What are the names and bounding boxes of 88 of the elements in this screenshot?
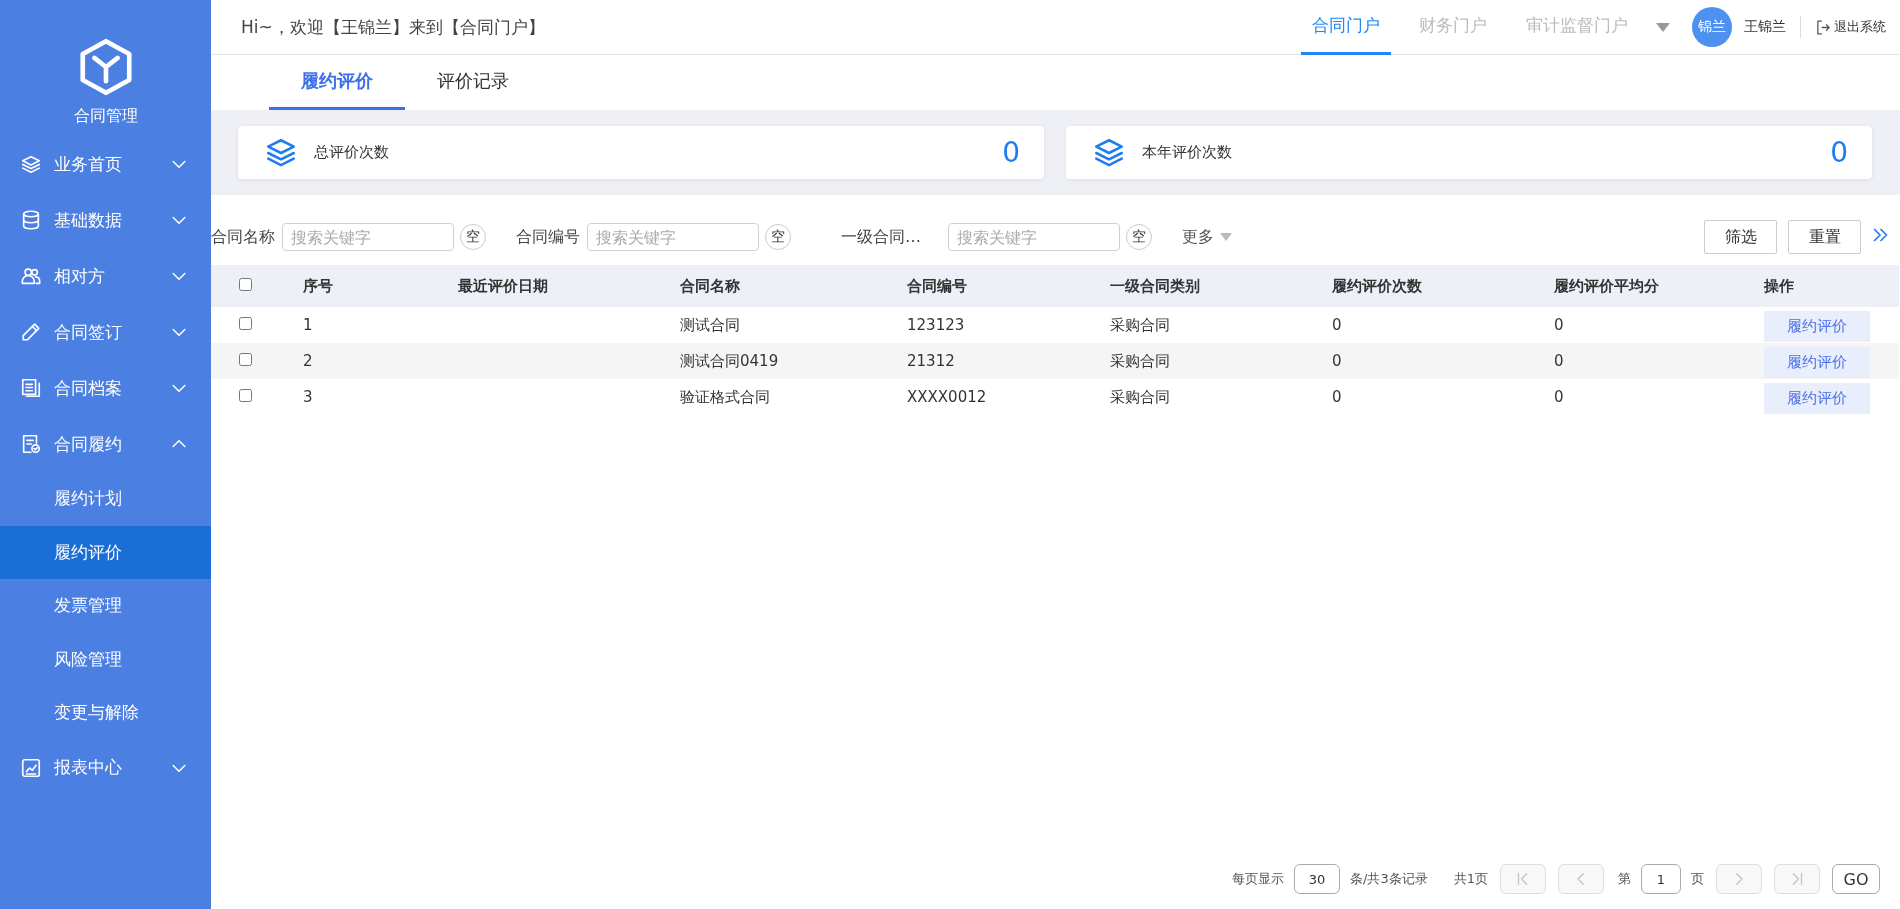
layers-icon <box>20 153 42 175</box>
chart-icon <box>20 756 42 779</box>
total-records-text: 条/共3条记录 <box>1350 870 1428 888</box>
sidebar-menu-item[interactable]: 合同履约 <box>0 416 211 472</box>
more-filters-toggle[interactable]: 更多 <box>1182 226 1232 248</box>
filter-button[interactable]: 重置 <box>1788 220 1861 254</box>
portal-tab[interactable]: 财务门户 <box>1408 0 1498 55</box>
sidebar-submenu-item[interactable]: 履约计划 <box>0 472 211 526</box>
sidebar-submenu-item[interactable]: 发票管理 <box>0 579 211 633</box>
table-cell: 测试合同0419 <box>680 351 779 370</box>
clear-button[interactable]: 空 <box>1126 224 1152 250</box>
sidebar-menu-item[interactable]: 合同档案 <box>0 360 211 416</box>
table-cell: 采购合同 <box>1110 387 1170 406</box>
sidebar-menu-item[interactable]: 报表中心 <box>0 739 211 796</box>
table-cell: 2 <box>303 352 313 370</box>
portal-tab[interactable]: 审计监督门户 <box>1515 0 1639 55</box>
evaluate-button[interactable]: 履约评价 <box>1764 346 1870 378</box>
table-cell: 1 <box>303 316 313 334</box>
clear-button[interactable]: 空 <box>765 224 791 250</box>
table-cell: 3 <box>303 388 313 406</box>
clear-button[interactable]: 空 <box>460 224 486 250</box>
document-stack-icon <box>20 377 42 399</box>
stat-label: 总评价次数 <box>314 143 390 162</box>
logout-icon <box>1815 18 1832 36</box>
people-icon <box>20 265 42 287</box>
table-cell: 0 <box>1332 316 1342 334</box>
page-number-field[interactable]: 1 <box>1641 864 1681 894</box>
column-header: 履约评价次数 <box>1332 276 1422 295</box>
page-suffix: 页 <box>1691 870 1704 888</box>
table-cell: 采购合同 <box>1110 351 1170 370</box>
table-cell: 0 <box>1554 352 1564 370</box>
table-cell: 0 <box>1554 316 1564 334</box>
select-all-checkbox[interactable] <box>239 278 252 291</box>
stat-value: 0 <box>1830 136 1848 169</box>
evaluate-button[interactable]: 履约评价 <box>1764 310 1870 342</box>
page-prefix: 第 <box>1618 870 1631 888</box>
table-cell: 0 <box>1332 388 1342 406</box>
column-header: 一级合同类别 <box>1110 276 1200 295</box>
filter-label: 合同编号 <box>516 226 580 248</box>
search-field[interactable]: 搜索关键字 <box>948 223 1120 251</box>
database-icon <box>20 209 42 231</box>
sidebar-menu-item[interactable]: 合同签订 <box>0 304 211 360</box>
sidebar-submenu-item[interactable]: 变更与解除 <box>0 686 211 740</box>
filter-label: 合同名称 <box>211 226 275 248</box>
welcome-text: Hi~，欢迎【王锦兰】来到【合同门户】 <box>241 15 546 39</box>
table-cell: XXXX0012 <box>907 388 987 406</box>
logout-link[interactable]: 退出系统 <box>1815 18 1886 36</box>
table-cell: 21312 <box>907 352 955 370</box>
page-tab[interactable]: 评价记录 <box>405 55 541 110</box>
column-header: 合同编号 <box>907 276 967 295</box>
portal-tab[interactable]: 合同门户 <box>1301 0 1391 55</box>
pencil-icon <box>20 321 42 343</box>
dropdown-caret-icon[interactable] <box>1656 22 1670 32</box>
row-checkbox[interactable] <box>239 353 252 366</box>
go-button[interactable]: GO <box>1832 864 1880 894</box>
filter-label: 一级合同… <box>841 226 922 248</box>
column-header: 最近评价日期 <box>458 276 548 295</box>
document-check-icon <box>20 433 42 455</box>
filter-button[interactable]: 筛选 <box>1704 220 1777 254</box>
column-header: 序号 <box>303 276 333 295</box>
sidebar-submenu-item[interactable]: 履约评价 <box>0 525 211 579</box>
user-name: 王锦兰 <box>1744 18 1786 36</box>
sidebar-menu-item[interactable]: 业务首页 <box>0 136 211 192</box>
search-field[interactable]: 搜索关键字 <box>587 223 759 251</box>
caret-down-icon <box>1220 233 1232 241</box>
table-cell: 0 <box>1554 388 1564 406</box>
table-cell: 验证格式合同 <box>680 387 770 406</box>
stat-value: 0 <box>1002 136 1020 169</box>
total-pages-text: 共1页 <box>1453 870 1488 888</box>
table-cell: 0 <box>1332 352 1342 370</box>
table-cell: 测试合同 <box>680 315 740 334</box>
sidebar-submenu-item[interactable]: 风险管理 <box>0 632 211 686</box>
sidebar-menu-item[interactable]: 基础数据 <box>0 192 211 248</box>
column-header: 履约评价平均分 <box>1554 276 1659 295</box>
table-cell: 采购合同 <box>1110 315 1170 334</box>
stat-label: 本年评价次数 <box>1142 143 1233 162</box>
app-title: 合同管理 <box>73 106 138 127</box>
page-size-field[interactable]: 30 <box>1294 864 1341 894</box>
table-cell: 123123 <box>907 316 965 334</box>
search-field[interactable]: 搜索关键字 <box>282 223 454 251</box>
row-checkbox[interactable] <box>239 389 252 402</box>
column-header: 操作 <box>1764 276 1794 295</box>
column-header: 合同名称 <box>680 276 740 295</box>
user-avatar[interactable]: 锦兰 <box>1692 7 1732 47</box>
sidebar-menu-item[interactable]: 相对方 <box>0 248 211 304</box>
evaluate-button[interactable]: 履约评价 <box>1764 382 1870 414</box>
per-page-label: 每页显示 <box>1232 870 1285 888</box>
row-checkbox[interactable] <box>239 317 252 330</box>
